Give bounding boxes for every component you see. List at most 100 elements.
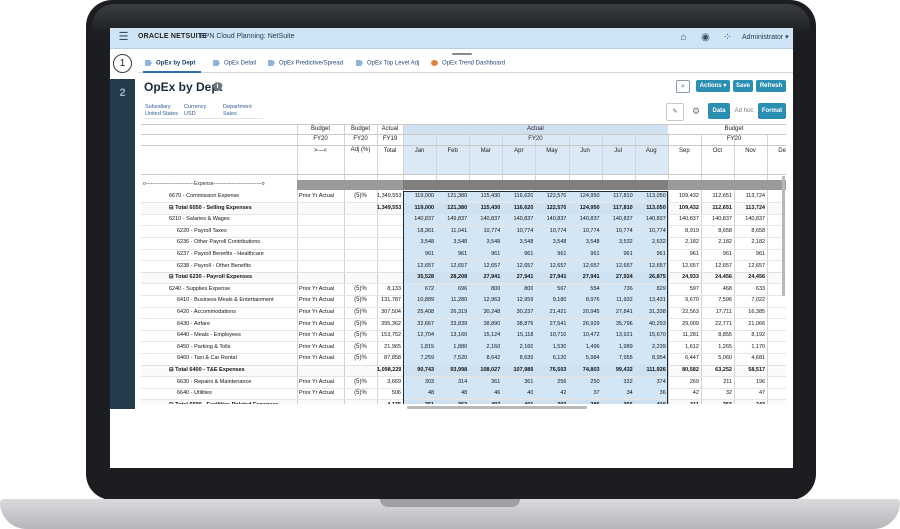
month-value-cell[interactable]: 32 xyxy=(701,388,732,399)
method-cell[interactable]: Prior Yr Actual xyxy=(299,353,343,364)
month-value-cell[interactable]: 109,432 xyxy=(668,191,699,202)
month-value-cell[interactable] xyxy=(767,330,786,341)
pov-value-subsidiary[interactable]: United States xyxy=(145,111,178,117)
tab-opex-trend-dashboard[interactable]: OpEx Trend Dashboard xyxy=(431,60,505,67)
method-cell[interactable]: Prior Yr Actual xyxy=(299,284,343,295)
month-value-cell[interactable]: 7,596 xyxy=(701,295,732,306)
tab-opex-predictive-spread[interactable]: OpEx Predictive/Spread xyxy=(268,60,343,67)
month-value-cell[interactable]: 1,170 xyxy=(734,342,765,353)
method-cell[interactable] xyxy=(299,237,343,248)
adj-cell[interactable]: (5)% xyxy=(344,342,377,353)
month-value-cell[interactable] xyxy=(767,342,786,353)
tab-opex-top-level-adj[interactable]: OpEx Top Level Adj xyxy=(356,60,419,67)
month-value-cell[interactable]: 6,447 xyxy=(668,353,699,364)
apps-icon[interactable]: ⁘ xyxy=(722,32,733,43)
month-value-cell[interactable]: 597 xyxy=(668,284,699,295)
edit-icon[interactable]: ✎ xyxy=(666,103,684,121)
month-value-cell[interactable]: 24,456 xyxy=(701,272,732,283)
method-cell[interactable]: Prior Yr Actual xyxy=(299,307,343,318)
month-value-cell[interactable]: 42 xyxy=(668,388,699,399)
drag-handle[interactable] xyxy=(452,53,472,55)
method-cell[interactable] xyxy=(299,272,343,283)
method-cell[interactable] xyxy=(299,203,343,214)
month-value-cell[interactable]: 112,651 xyxy=(701,191,732,202)
refresh-button[interactable]: Refresh xyxy=(756,80,786,92)
month-value-cell[interactable]: 12,657 xyxy=(734,261,765,272)
tab-opex-detail[interactable]: OpEx Detail xyxy=(213,60,256,67)
month-value-cell[interactable]: 8,658 xyxy=(734,226,765,237)
method-cell[interactable]: Prior Yr Actual xyxy=(299,295,343,306)
month-value-cell[interactable] xyxy=(767,307,786,318)
horizontal-scrollbar[interactable] xyxy=(407,406,587,409)
vertical-scrollbar[interactable] xyxy=(782,176,785,296)
gear-icon[interactable]: ⚙ xyxy=(688,103,704,119)
method-cell[interactable] xyxy=(299,261,343,272)
adj-cell[interactable] xyxy=(344,214,377,225)
month-value-cell[interactable]: 2,182 xyxy=(734,237,765,248)
tab-opex-by-dept[interactable]: OpEx by Dept xyxy=(145,60,195,67)
adj-cell[interactable] xyxy=(344,249,377,260)
month-value-cell[interactable]: 22,563 xyxy=(668,307,699,318)
month-value-cell[interactable]: 140,837 xyxy=(668,214,699,225)
month-value-cell[interactable]: 12,657 xyxy=(668,261,699,272)
month-value-cell[interactable]: 24,456 xyxy=(734,272,765,283)
method-cell[interactable] xyxy=(299,249,343,260)
step-2[interactable]: 2 xyxy=(110,87,135,99)
month-value-cell[interactable]: 29,009 xyxy=(668,319,699,330)
hamburger-icon[interactable]: ☰ xyxy=(118,32,129,43)
month-value-cell[interactable]: 8,919 xyxy=(668,226,699,237)
adj-cell[interactable] xyxy=(344,272,377,283)
adj-cell[interactable]: (5)% xyxy=(344,284,377,295)
month-value-cell[interactable]: 21,066 xyxy=(734,319,765,330)
method-cell[interactable] xyxy=(299,400,343,404)
month-value-cell[interactable]: 58,517 xyxy=(734,365,765,376)
method-cell[interactable]: Prior Yr Actual xyxy=(299,342,343,353)
month-value-cell[interactable]: 7,022 xyxy=(734,295,765,306)
month-value-cell[interactable]: 63,252 xyxy=(701,365,732,376)
adj-cell[interactable]: (5)% xyxy=(344,295,377,306)
adj-cell[interactable] xyxy=(344,365,377,376)
month-value-cell[interactable]: 109,432 xyxy=(668,203,699,214)
adj-cell[interactable]: (5)% xyxy=(344,307,377,318)
home-icon[interactable]: ⌂ xyxy=(678,32,689,43)
month-value-cell[interactable]: 961 xyxy=(734,249,765,260)
month-value-cell[interactable]: 961 xyxy=(668,249,699,260)
adj-cell[interactable] xyxy=(344,203,377,214)
month-value-cell[interactable]: 16,385 xyxy=(734,307,765,318)
month-value-cell[interactable]: 8,855 xyxy=(701,330,732,341)
pov-value-currency[interactable]: USD xyxy=(184,111,196,117)
month-value-cell[interactable]: 5,060 xyxy=(701,353,732,364)
adj-cell[interactable]: (5)% xyxy=(344,319,377,330)
adj-cell[interactable]: (5)% xyxy=(344,330,377,341)
month-value-cell[interactable]: 8,658 xyxy=(701,226,732,237)
format-tab-button[interactable]: Format xyxy=(758,103,786,119)
month-value-cell[interactable]: 1,612 xyxy=(668,342,699,353)
month-value-cell[interactable]: 140,837 xyxy=(701,214,732,225)
month-value-cell[interactable]: 47 xyxy=(734,388,765,399)
method-cell[interactable] xyxy=(299,365,343,376)
method-cell[interactable] xyxy=(299,214,343,225)
month-value-cell[interactable]: 80,582 xyxy=(668,365,699,376)
month-value-cell[interactable]: 12,657 xyxy=(701,261,732,272)
method-cell[interactable]: Prior Yr Actual xyxy=(299,388,343,399)
month-value-cell[interactable]: 211 xyxy=(701,377,732,388)
search-icon[interactable]: ⌕ xyxy=(676,80,690,93)
accessibility-icon[interactable]: ◉ xyxy=(700,32,711,43)
month-value-cell[interactable]: 24,933 xyxy=(668,272,699,283)
month-value-cell[interactable]: 633 xyxy=(734,284,765,295)
method-cell[interactable]: Prior Yr Actual xyxy=(299,377,343,388)
save-button[interactable]: Save xyxy=(733,80,753,92)
month-value-cell[interactable]: 112,651 xyxy=(701,203,732,214)
adhoc-tab-button[interactable]: Ad hoc xyxy=(732,103,756,119)
adj-cell[interactable]: (5)% xyxy=(344,377,377,388)
month-value-cell[interactable] xyxy=(767,388,786,399)
month-value-cell[interactable]: 243 xyxy=(734,400,765,404)
month-value-cell[interactable]: 468 xyxy=(701,284,732,295)
method-cell[interactable] xyxy=(299,226,343,237)
month-value-cell[interactable] xyxy=(767,295,786,306)
month-value-cell[interactable] xyxy=(767,400,786,404)
month-value-cell[interactable]: 4,681 xyxy=(734,353,765,364)
month-value-cell[interactable]: 269 xyxy=(668,377,699,388)
month-value-cell[interactable]: 140,837 xyxy=(734,214,765,225)
month-value-cell[interactable]: 253 xyxy=(701,400,732,404)
